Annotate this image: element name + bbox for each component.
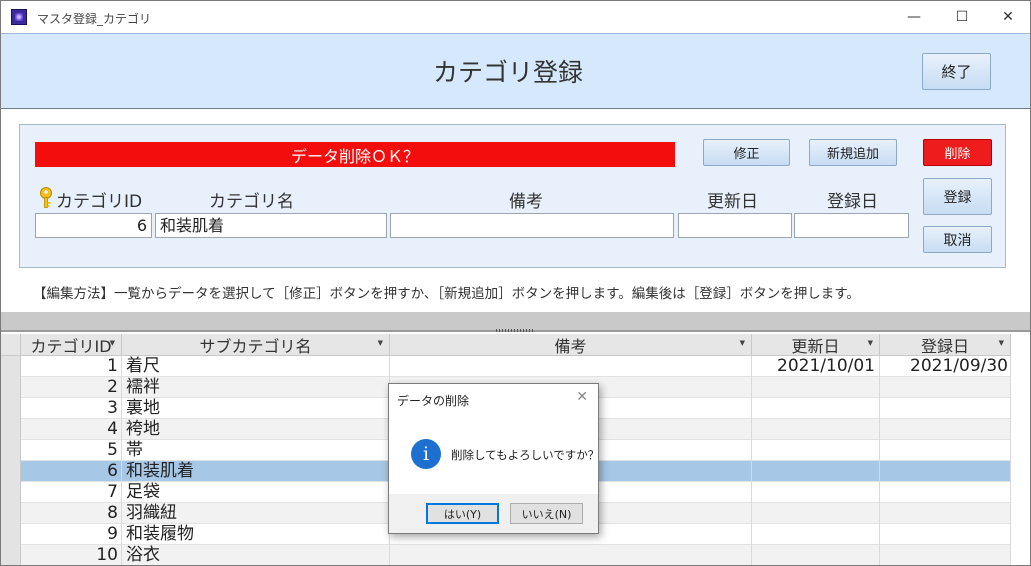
cell-updated[interactable] [752,419,880,440]
updated-field[interactable] [678,213,792,238]
minimize-button[interactable]: — [891,1,937,33]
yes-button[interactable]: はい(Y) [426,503,499,524]
label-note: 備考 [509,192,543,212]
cell-registered[interactable] [880,377,1011,398]
cell-updated[interactable] [752,398,880,419]
cell-category-id[interactable]: 9 [21,524,122,545]
cell-subcategory-name[interactable]: 裏地 [122,398,390,419]
record-selector-column[interactable] [1,356,21,565]
cell-note[interactable] [390,545,752,565]
cell-category-id[interactable]: 5 [21,440,122,461]
label-updated: 更新日 [707,192,758,212]
delete-confirm-banner: データ削除ＯＫ？ [35,142,675,167]
cell-category-id[interactable]: 3 [21,398,122,419]
no-button[interactable]: いいえ(N) [510,503,583,524]
dropdown-arrow-icon[interactable]: ▼ [110,339,115,347]
label-category-name: カテゴリ名 [209,192,294,212]
column-header-label: サブカテゴリ名 [199,336,312,356]
label-registered: 登録日 [827,192,878,212]
cell-subcategory-name[interactable]: 足袋 [122,482,390,503]
column-header-label: 更新日 [791,336,840,356]
dropdown-arrow-icon[interactable]: ▼ [740,339,745,347]
cell-subcategory-name[interactable]: 和装履物 [122,524,390,545]
splitter-bar[interactable] [1,312,1030,332]
column-header-note[interactable]: 備考 ▼ [390,334,752,356]
column-header-category-id[interactable]: カテゴリID ▼ [21,334,122,356]
cell-subcategory-name[interactable]: 襦袢 [122,377,390,398]
column-header-registered[interactable]: 登録日 ▼ [880,334,1011,356]
cell-registered[interactable] [880,440,1011,461]
cell-updated[interactable] [752,545,880,565]
cell-category-id[interactable]: 1 [21,356,122,377]
dropdown-arrow-icon[interactable]: ▼ [868,339,873,347]
column-header-label: カテゴリID [30,336,112,356]
register-button[interactable]: 登録 [923,178,992,215]
end-button[interactable]: 終了 [922,53,991,90]
cell-updated[interactable] [752,482,880,503]
table-row[interactable]: 10 浴衣 [21,545,1011,565]
column-header-label: 備考 [554,336,587,356]
cell-registered[interactable] [880,398,1011,419]
cell-category-id[interactable]: 10 [21,545,122,565]
cell-note[interactable] [390,356,752,377]
cell-registered[interactable] [880,545,1011,565]
cell-updated[interactable] [752,440,880,461]
cell-updated[interactable] [752,524,880,545]
column-header-label: 登録日 [920,336,969,356]
cell-updated[interactable] [752,503,880,524]
column-header-updated[interactable]: 更新日 ▼ [752,334,880,356]
close-button[interactable]: ✕ [985,1,1030,33]
cell-registered[interactable] [880,461,1011,482]
help-text: 【編集方法】一覧からデータを選択して［修正］ボタンを押すか、［新規追加］ボタンを… [33,286,860,302]
cell-registered[interactable] [880,419,1011,440]
cell-subcategory-name[interactable]: 浴衣 [122,545,390,565]
cancel-button[interactable]: 取消 [923,226,992,253]
column-header-subcategory-name[interactable]: サブカテゴリ名 ▼ [122,334,390,356]
cell-category-id[interactable]: 8 [21,503,122,524]
cell-category-id[interactable]: 7 [21,482,122,503]
edit-button[interactable]: 修正 [703,139,790,166]
cell-registered[interactable] [880,482,1011,503]
cell-subcategory-name[interactable]: 羽織紐 [122,503,390,524]
cell-updated[interactable]: 2021/10/01 [752,356,880,377]
cell-registered[interactable] [880,503,1011,524]
table-row[interactable]: 1 着尺 2021/10/01 2021/09/30 [21,356,1011,377]
cell-category-id[interactable]: 6 [21,461,122,482]
maximize-button[interactable]: ☐ [939,1,985,33]
cell-updated[interactable] [752,377,880,398]
app-icon [11,9,27,25]
category-id-field[interactable]: 6 [35,213,152,238]
form-header: カテゴリ登録 終了 [1,33,1030,109]
page-title: カテゴリ登録 [432,58,583,87]
app-window: マスタ登録_カテゴリ — ☐ ✕ カテゴリ登録 終了 データ削除ＯＫ？ 修正 新… [0,0,1031,566]
info-icon: i [411,439,441,469]
window-title: マスタ登録_カテゴリ [37,12,152,26]
dropdown-arrow-icon[interactable]: ▼ [999,339,1004,347]
registered-field[interactable] [794,213,909,238]
category-name-field[interactable]: 和装肌着 [155,213,387,238]
dropdown-arrow-icon[interactable]: ▼ [378,339,383,347]
dialog-close-icon[interactable]: ✕ [576,389,588,405]
note-field[interactable] [390,213,674,238]
delete-confirm-dialog: データの削除 ✕ i 削除してもよろしいですか？ はい(Y) いいえ(N) [388,383,599,534]
dialog-title: データの削除 [397,394,470,408]
label-category-id: カテゴリID [56,192,143,212]
key-icon [40,187,52,208]
cell-registered[interactable]: 2021/09/30 [880,356,1011,377]
cell-category-id[interactable]: 4 [21,419,122,440]
cell-updated[interactable] [752,461,880,482]
cell-subcategory-name[interactable]: 帯 [122,440,390,461]
cell-subcategory-name[interactable]: 袴地 [122,419,390,440]
add-new-button[interactable]: 新規追加 [809,139,897,166]
cell-category-id[interactable]: 2 [21,377,122,398]
cell-subcategory-name[interactable]: 和装肌着 [122,461,390,482]
dialog-message: 削除してもよろしいですか？ [451,448,600,462]
splitter-grip[interactable] [496,329,534,332]
cell-registered[interactable] [880,524,1011,545]
cell-subcategory-name[interactable]: 着尺 [122,356,390,377]
title-bar: マスタ登録_カテゴリ — ☐ ✕ [1,1,1030,33]
delete-button[interactable]: 削除 [923,139,992,166]
select-all-corner[interactable] [1,334,21,356]
dialog-footer: はい(Y) いいえ(N) [389,494,598,533]
